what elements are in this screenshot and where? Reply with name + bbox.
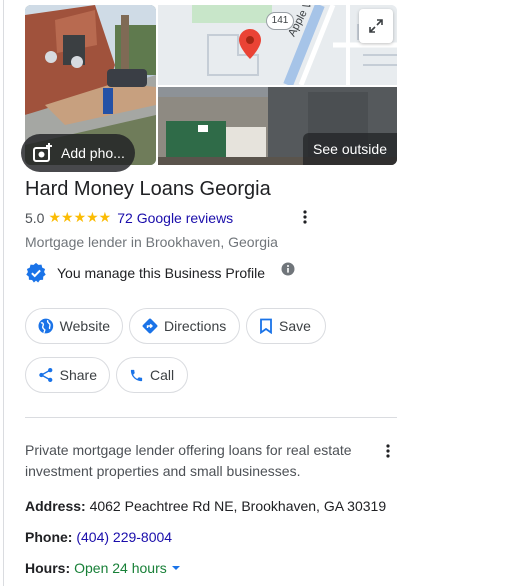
manage-profile-row: You manage this Business Profile <box>25 262 295 284</box>
more-options-button[interactable] <box>295 207 315 227</box>
description-more-button[interactable] <box>378 441 398 461</box>
share-icon <box>39 367 53 383</box>
rating-row: 5.0 ★★★★★ 72 Google reviews <box>25 209 233 226</box>
directions-button[interactable]: Directions <box>129 308 240 344</box>
dropdown-arrow-icon[interactable] <box>171 565 181 571</box>
phone-icon <box>130 369 143 381</box>
address-value[interactable]: 4062 Peachtree Rd NE, Brookhaven, GA 303… <box>90 498 387 514</box>
address-label: Address: <box>25 498 86 514</box>
verified-icon <box>26 262 46 283</box>
business-category: Mortgage lender in Brookhaven, Georgia <box>25 234 278 250</box>
rating-value: 5.0 <box>25 209 45 226</box>
add-photo-label: Add pho... <box>61 145 125 161</box>
expand-map-button[interactable] <box>359 9 393 43</box>
phone-label: Phone: <box>25 529 73 545</box>
more-vert-icon <box>303 210 307 224</box>
info-icon[interactable] <box>281 262 295 276</box>
rating-stars: ★★★★★ <box>48 209 112 225</box>
photo-gallery: 141 Apple Valley Rd N See outside Add <box>21 5 397 172</box>
hours-label: Hours: <box>25 560 71 576</box>
globe-icon <box>38 318 54 334</box>
directions-icon <box>142 318 158 334</box>
directions-label: Directions <box>164 318 227 334</box>
hours-row: Hours: Open 24 hours <box>25 560 181 576</box>
map-pin-icon <box>239 29 261 59</box>
add-photo-icon <box>33 143 52 162</box>
more-vert-icon <box>386 444 390 458</box>
website-label: Website <box>59 318 110 334</box>
expand-icon <box>369 19 383 33</box>
outside-photo[interactable]: See outside <box>158 87 397 165</box>
panel-left-border <box>3 0 4 586</box>
save-label: Save <box>279 318 311 334</box>
share-button[interactable]: Share <box>25 357 110 393</box>
business-name: Hard Money Loans Georgia <box>25 178 271 200</box>
website-button[interactable]: Website <box>25 308 123 344</box>
call-label: Call <box>150 367 175 383</box>
call-button[interactable]: Call <box>116 357 188 393</box>
save-button[interactable]: Save <box>246 308 326 344</box>
see-outside-button[interactable]: See outside <box>303 133 397 165</box>
map-thumbnail[interactable]: 141 Apple Valley Rd N <box>158 5 397 85</box>
share-label: Share <box>59 367 97 383</box>
hours-value[interactable]: Open 24 hours <box>74 560 167 576</box>
google-reviews-link[interactable]: 72 Google reviews <box>117 210 233 226</box>
address-row: Address: 4062 Peachtree Rd NE, Brookhave… <box>25 498 386 514</box>
add-photo-button[interactable]: Add pho... <box>21 134 135 172</box>
bookmark-icon <box>260 318 272 334</box>
phone-row: Phone: (404) 229-8004 <box>25 529 172 545</box>
phone-value[interactable]: (404) 229-8004 <box>76 529 172 545</box>
business-description: Private mortgage lender offering loans f… <box>25 442 352 479</box>
manage-profile-text: You manage this Business Profile <box>57 265 266 281</box>
section-divider <box>25 417 397 418</box>
